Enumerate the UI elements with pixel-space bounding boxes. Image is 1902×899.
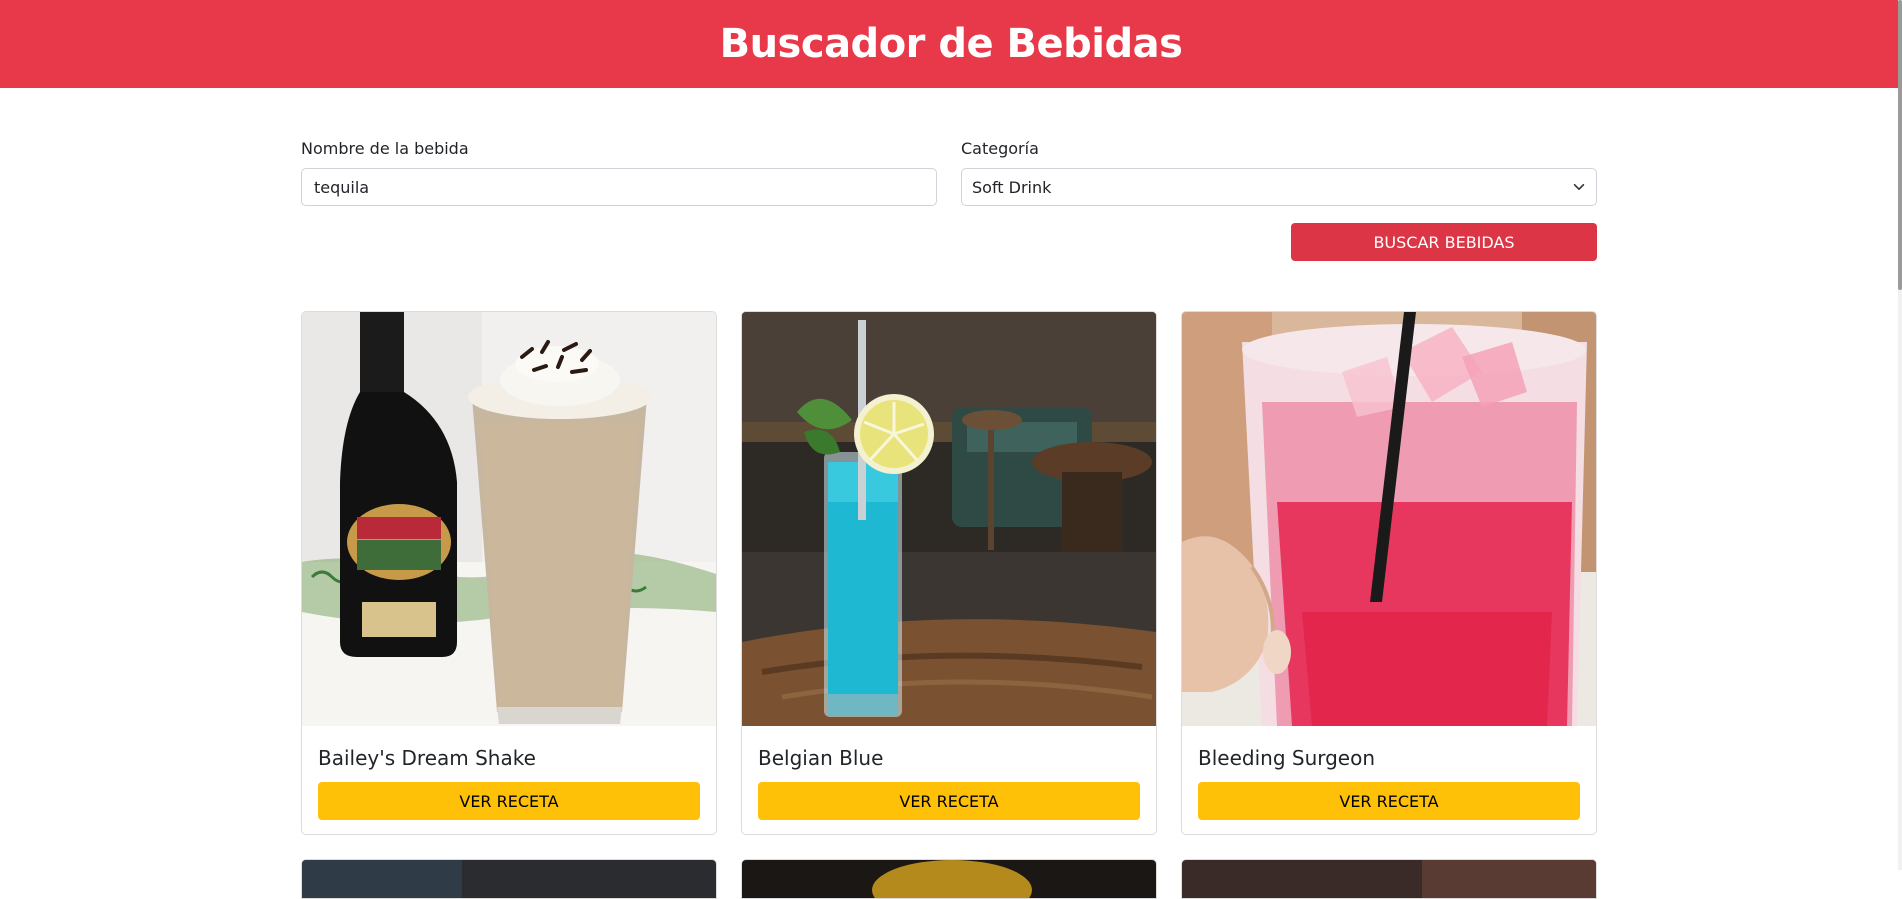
drink-image-partial	[742, 860, 1156, 898]
page-title: Buscador de Bebidas	[719, 21, 1183, 67]
view-recipe-button[interactable]: Ver Receta	[1198, 782, 1580, 820]
drink-name-value: tequila	[314, 177, 370, 197]
category-value: Soft Drink	[972, 177, 1052, 197]
main-content: Nombre de la bebida tequila Categoría So…	[301, 88, 1597, 899]
card-body: Belgian Blue Ver Receta	[742, 726, 1156, 820]
drink-image	[302, 312, 716, 726]
drink-card: Bailey's Dream Shake Ver Receta	[301, 311, 717, 835]
drink-image	[742, 312, 1156, 726]
form-row: Nombre de la bebida tequila Categoría So…	[301, 139, 1597, 206]
drink-card: Belgian Blue Ver Receta	[741, 311, 1157, 835]
drinks-grid-next-row	[301, 859, 1597, 899]
card-body: Bleeding Surgeon Ver Receta	[1182, 726, 1596, 820]
drink-card: Bleeding Surgeon Ver Receta	[1181, 311, 1597, 835]
drink-card-partial	[1181, 859, 1597, 899]
name-field-group: Nombre de la bebida tequila	[301, 139, 937, 206]
drink-card-partial	[741, 859, 1157, 899]
app-header: Buscador de Bebidas	[0, 0, 1902, 88]
search-drinks-button[interactable]: Buscar Bebidas	[1291, 223, 1597, 261]
drinks-grid: Bailey's Dream Shake Ver Receta	[301, 311, 1597, 835]
page-scrollbar[interactable]	[1898, 0, 1902, 870]
view-recipe-button[interactable]: Ver Receta	[758, 782, 1140, 820]
drink-image-partial	[302, 860, 716, 898]
search-form: Nombre de la bebida tequila Categoría So…	[301, 139, 1597, 261]
category-field-group: Categoría Soft Drink	[961, 139, 1597, 206]
drink-image	[1182, 312, 1596, 726]
scrollbar-thumb[interactable]	[1898, 0, 1902, 290]
card-body: Bailey's Dream Shake Ver Receta	[302, 726, 716, 820]
search-button-row: Buscar Bebidas	[301, 223, 1597, 261]
drink-name-input[interactable]: tequila	[301, 168, 937, 206]
drink-name: Bailey's Dream Shake	[318, 746, 536, 770]
chevron-down-icon	[1573, 183, 1585, 191]
drink-card-partial	[301, 859, 717, 899]
drink-image-partial	[1182, 860, 1596, 898]
drink-name: Bleeding Surgeon	[1198, 746, 1376, 770]
view-recipe-button[interactable]: Ver Receta	[318, 782, 700, 820]
category-select[interactable]: Soft Drink	[961, 168, 1597, 206]
name-label: Nombre de la bebida	[301, 139, 469, 158]
drink-name: Belgian Blue	[758, 746, 884, 770]
category-label: Categoría	[961, 139, 1039, 158]
